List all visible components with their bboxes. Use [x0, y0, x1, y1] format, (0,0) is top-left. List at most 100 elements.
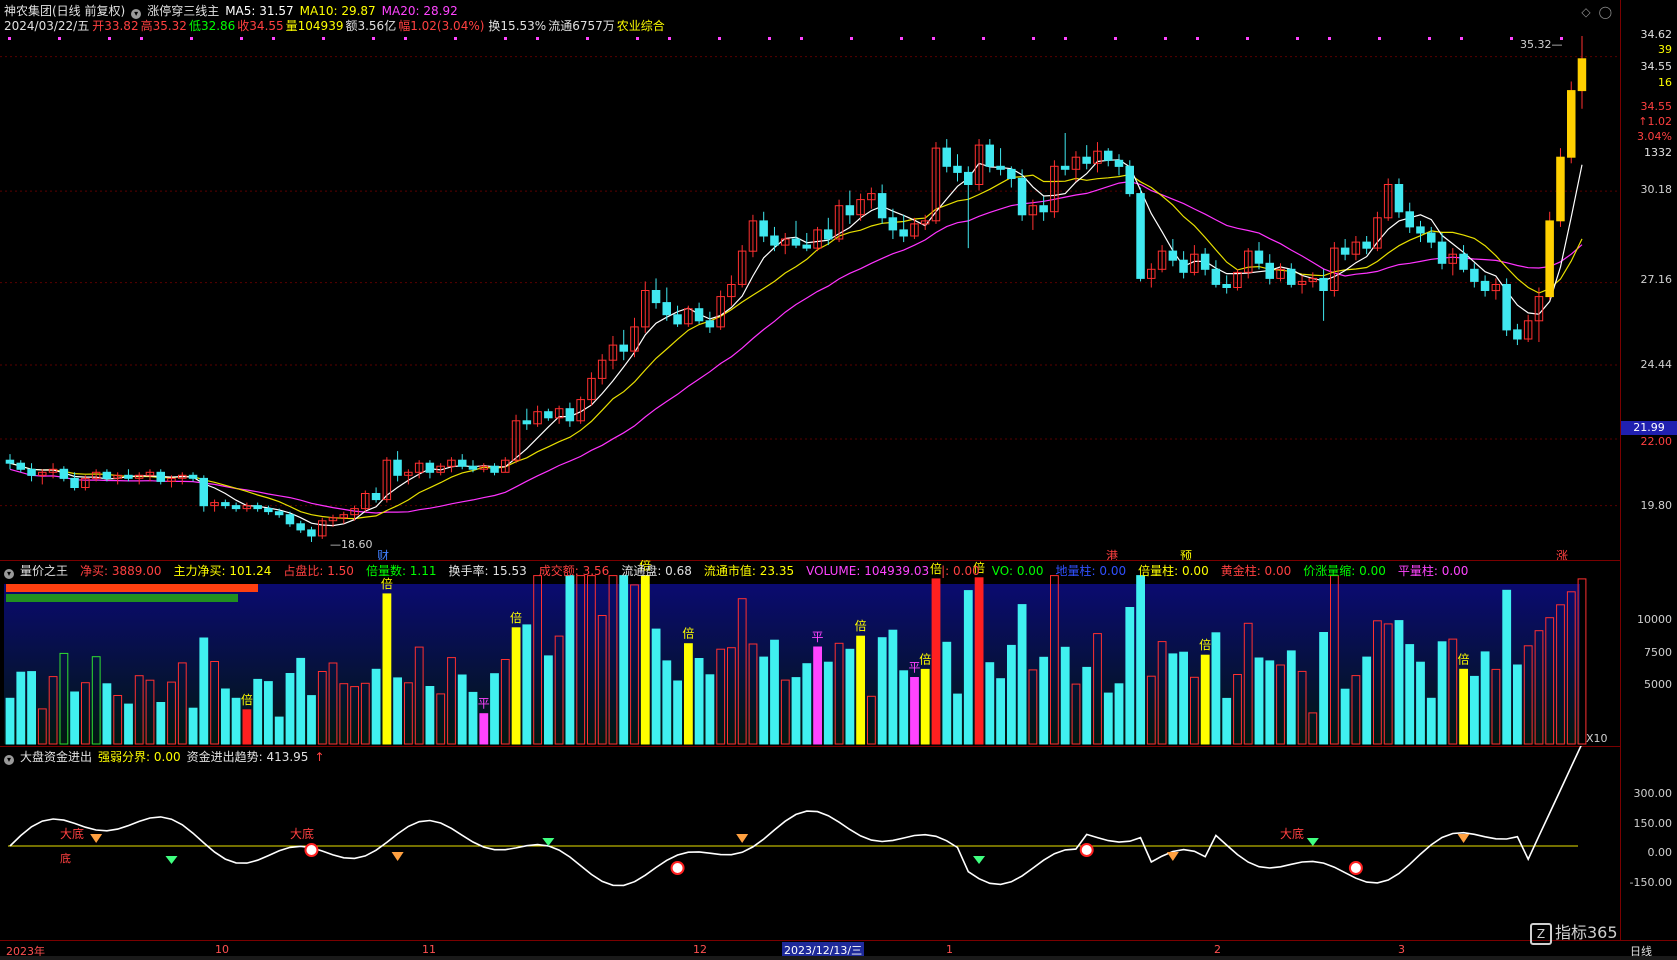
candle-body	[296, 523, 305, 531]
signal-dot	[1460, 37, 1463, 40]
volume-bar	[296, 657, 306, 745]
signal-dot	[190, 37, 193, 40]
volume-bar	[640, 575, 650, 745]
volume-bar	[27, 671, 37, 745]
signal-dot	[272, 37, 275, 40]
fund-pane[interactable]: 大底 大底底大底 ▾ 大盘资金进出 强弱分界: 0.00 资金进出趋势: 413.95 ↑	[0, 746, 1620, 940]
candle-body	[393, 459, 402, 476]
candle-body	[188, 474, 198, 479]
candle-body	[1039, 205, 1048, 213]
volume-bar	[1200, 654, 1210, 745]
candle-body	[759, 220, 768, 237]
candle-body	[1319, 277, 1328, 291]
fund-indicator-name[interactable]: 大盘资金进出	[20, 750, 92, 764]
signal-dot	[322, 37, 325, 40]
signal-dot	[1114, 37, 1117, 40]
candle-body	[102, 471, 112, 479]
volume-pane[interactable]: 倍倍平倍倍倍平倍平倍倍倍倍倍 X10 ▾ 量价之王 净买: 3889.00 主力净买: …	[0, 560, 1620, 747]
volume-indicator-name[interactable]: 量价之王	[20, 564, 68, 578]
signal-dot	[1032, 37, 1035, 40]
axis-label-p4: ↑1.02	[1638, 115, 1672, 128]
candle-body	[1405, 211, 1414, 228]
volume-bar	[522, 624, 532, 745]
volume-bar	[1426, 697, 1436, 745]
volume-bar	[1211, 632, 1221, 745]
volume-bar	[457, 674, 467, 745]
candle-body	[565, 408, 575, 422]
volume-mark: 平	[478, 697, 490, 711]
candle-body	[1168, 250, 1178, 261]
sell-triangle-icon	[391, 852, 404, 861]
signal-dot	[58, 37, 61, 40]
volume-bar	[684, 643, 693, 745]
candle-body	[16, 462, 25, 470]
fund-axis: 300.00 150.00 0.00 -150.00	[1620, 746, 1677, 940]
candle-body	[1556, 156, 1565, 222]
volume-bar	[242, 709, 252, 745]
volume-bar	[1362, 656, 1372, 745]
candle-body	[156, 471, 165, 482]
volume-bar	[1416, 661, 1425, 745]
candlestick-chart[interactable]: —18.60 35.32— 财 港 预 涨	[0, 0, 1620, 560]
signal-dot	[768, 37, 771, 40]
volume-bar	[1222, 697, 1232, 745]
signal-dot	[932, 37, 935, 40]
candle-body	[1502, 284, 1511, 331]
candle-body	[1082, 156, 1091, 164]
volume-bar	[1103, 692, 1113, 745]
plus-circle-icon	[304, 843, 319, 857]
signal-dot	[800, 37, 803, 40]
signal-dot	[8, 37, 11, 40]
volume-bar	[565, 575, 575, 745]
dadi-label-2: 大底	[290, 826, 314, 841]
fund-chart[interactable]: 大底 大底底 大底	[0, 746, 1620, 940]
volume-header-item: 成交额: 3.56	[538, 564, 610, 578]
volume-bar	[425, 686, 435, 745]
high-price-label: 35.32—	[1520, 38, 1563, 51]
fund-trend-line	[9, 746, 1582, 887]
date-12: 12	[693, 943, 707, 956]
candle-body	[285, 514, 295, 525]
candle-body	[953, 165, 962, 173]
yu-marker: 预	[1180, 549, 1192, 560]
volume-bar	[662, 660, 672, 745]
di-label: 底	[60, 851, 71, 865]
volume-header-item: 平量柱: 0.00	[1397, 564, 1469, 578]
volume-bar	[931, 578, 941, 745]
candle-body	[1459, 253, 1468, 270]
candle-body	[1545, 220, 1554, 298]
candle-body	[899, 229, 908, 237]
volume-bar	[974, 577, 984, 745]
volume-bar	[845, 648, 855, 745]
signal-dot	[536, 37, 539, 40]
volume-mark: 平	[812, 630, 824, 644]
signal-dot	[140, 37, 143, 40]
sell-triangle-icon	[90, 834, 103, 843]
fund-axis-150: 150.00	[1633, 817, 1673, 830]
volume-header-item: |: 0.00	[941, 564, 980, 578]
candle-body	[1513, 329, 1522, 340]
volume-bar	[791, 677, 801, 745]
zhang-marker: 涨	[1556, 548, 1568, 560]
price-pane[interactable]: 神农集团(日线 前复权) ▾ 涨停穿三线主 MA5: 31.57 MA10: 29.87…	[0, 0, 1620, 561]
volume-chart[interactable]: 倍倍平倍倍倍 平倍平倍倍 倍倍倍X10	[0, 560, 1620, 746]
candle-body	[1017, 177, 1027, 216]
candle-body	[544, 411, 553, 419]
signal-dot	[372, 37, 375, 40]
date-10: 10	[215, 943, 229, 956]
candle-body	[1114, 159, 1124, 167]
volume-bar	[1470, 675, 1479, 745]
volume-bar	[899, 670, 909, 745]
volume-bar	[953, 693, 962, 745]
volume-header-item: 净买: 3889.00	[80, 564, 162, 578]
fund-toggle-icon[interactable]: ▾	[4, 755, 14, 765]
volume-bar	[920, 668, 930, 745]
volume-toggle-icon[interactable]: ▾	[4, 569, 14, 579]
watermark-icon: Z	[1530, 923, 1552, 945]
date-2: 2	[1214, 943, 1221, 956]
volume-bar	[1513, 664, 1522, 745]
volume-bar	[221, 688, 230, 745]
volume-bar	[942, 641, 952, 745]
candle-body	[942, 147, 951, 167]
volume-bar	[468, 691, 478, 745]
